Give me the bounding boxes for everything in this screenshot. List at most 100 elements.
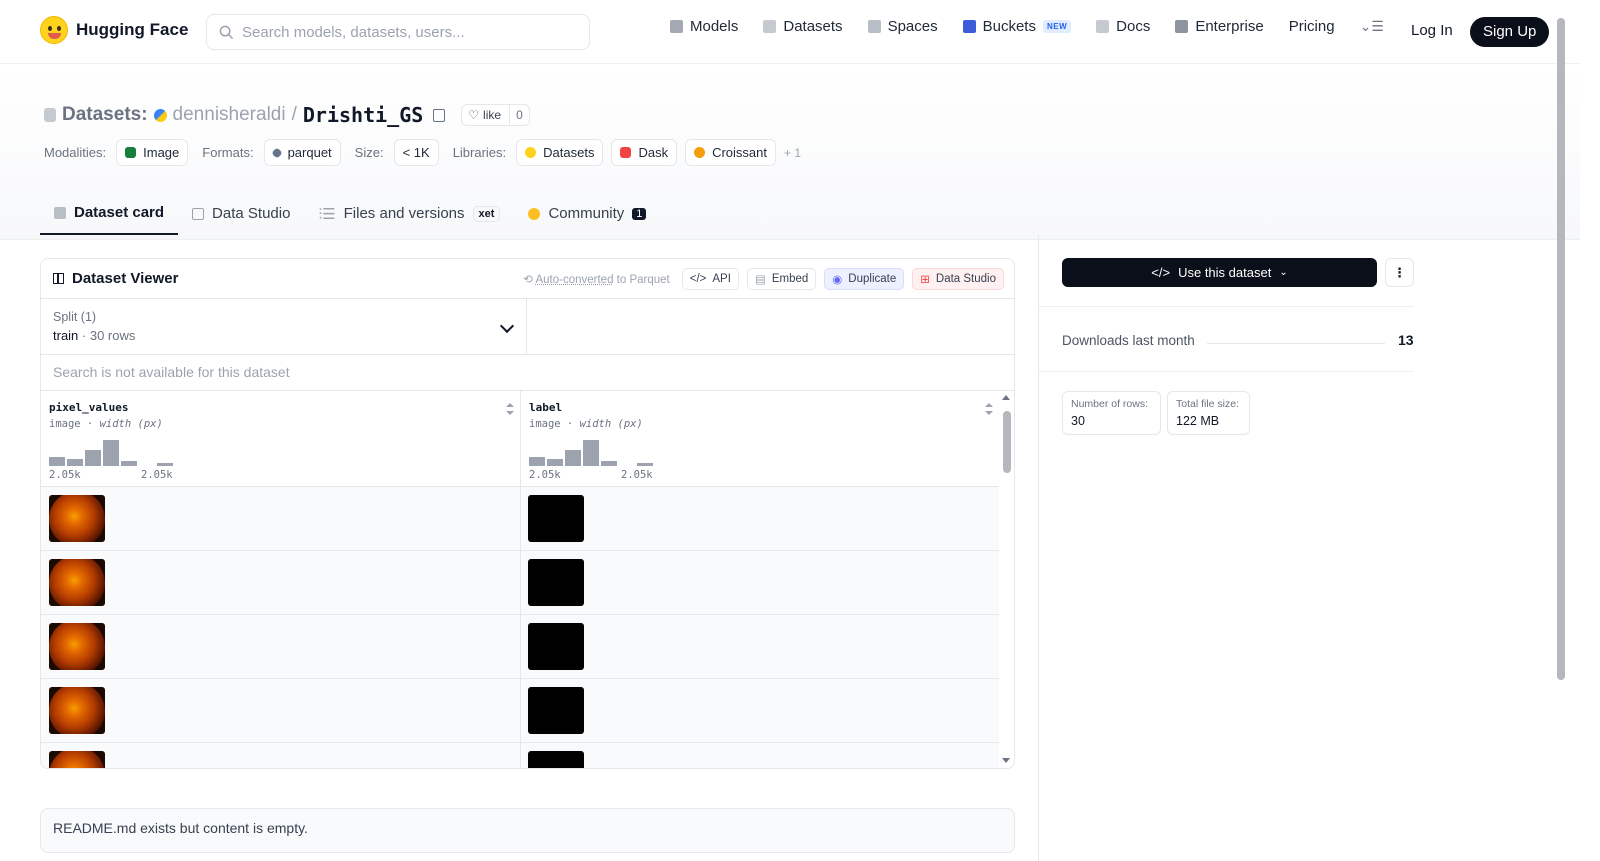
sort-icon[interactable] xyxy=(985,403,993,415)
size-value: < 1K xyxy=(402,145,430,160)
path-separator: / xyxy=(291,104,297,125)
nav-models-label: Models xyxy=(690,18,739,35)
label-mask-thumbnail[interactable] xyxy=(528,751,584,768)
downloads-label: Downloads last month xyxy=(1062,333,1195,348)
fundus-image-thumbnail[interactable] xyxy=(49,751,105,768)
label-mask-thumbnail[interactable] xyxy=(528,623,584,670)
file-size-value: 122 MB xyxy=(1176,414,1220,428)
heart-icon: ♡ xyxy=(468,108,480,122)
duplicate-button[interactable]: ◉ Duplicate xyxy=(824,268,905,290)
page-scrollbar[interactable] xyxy=(1555,0,1568,861)
more-options-button[interactable]: ⋮ xyxy=(1385,258,1414,287)
file-size-label: Total file size: xyxy=(1176,398,1240,410)
library-chip-dask[interactable]: Dask xyxy=(611,139,678,166)
histogram-bar xyxy=(529,457,545,466)
column-name: pixel_values xyxy=(49,401,129,414)
table-scrollbar[interactable] xyxy=(999,391,1014,768)
dataset-metadata: Modalities: Image Formats: parquet Size:… xyxy=(44,139,801,166)
histogram-max-label: 2.05k xyxy=(141,469,173,481)
downloads-value: 13 xyxy=(1398,332,1414,348)
database-icon xyxy=(763,20,777,33)
datasets-prefix[interactable]: Datasets: xyxy=(62,104,148,126)
like-button[interactable]: ♡ like 0 xyxy=(461,104,530,126)
file-size-stat: Total file size: 122 MB xyxy=(1167,391,1250,435)
column-header-pixel-values[interactable]: pixel_values image · width (px) 2.05k 2.… xyxy=(41,391,520,487)
fundus-image-thumbnail[interactable] xyxy=(49,495,105,542)
library-chip-croissant[interactable]: Croissant xyxy=(685,139,777,166)
embed-label: Embed xyxy=(771,273,809,285)
tab-data-studio[interactable]: Data Studio xyxy=(178,192,304,235)
signup-button[interactable]: Sign Up xyxy=(1470,17,1550,47)
scroll-up-arrow-icon[interactable] xyxy=(1002,395,1010,400)
use-this-dataset-button[interactable]: </> Use this dataset ⌄ xyxy=(1062,258,1377,287)
viewer-title: Dataset Viewer xyxy=(53,270,178,287)
tab-community[interactable]: Community 1 xyxy=(514,192,660,235)
nav-models[interactable]: Models xyxy=(670,18,738,35)
page-scrollbar-thumb[interactable] xyxy=(1557,18,1565,680)
croissant-icon xyxy=(694,147,706,158)
nav-docs[interactable]: Docs xyxy=(1096,18,1150,35)
column-type: image · width (px) xyxy=(529,418,643,430)
embed-button[interactable]: ▤ Embed xyxy=(746,268,817,290)
label-mask-thumbnail[interactable] xyxy=(528,559,584,606)
modality-chip-image[interactable]: Image xyxy=(116,139,189,166)
nav-pricing[interactable]: Pricing xyxy=(1289,18,1335,35)
copy-icon[interactable] xyxy=(433,108,446,122)
viewer-actions: ⟲ Auto-converted to Parquet </> API ▤ Embe… xyxy=(523,268,1004,290)
hugging-face-logo[interactable]: Hugging Face xyxy=(40,16,188,44)
rows-value: 30 xyxy=(1071,414,1085,428)
tab-files-and-versions[interactable]: ⫶☰ Files and versions xet xyxy=(304,192,514,235)
dataset-name[interactable]: Drishti_GS xyxy=(303,103,423,127)
viewer-header: Dataset Viewer ⟲ Auto-converted to Parqu… xyxy=(41,259,1014,299)
hugging-face-icon xyxy=(525,147,537,158)
sort-icon[interactable] xyxy=(506,403,514,415)
size-chip[interactable]: < 1K xyxy=(393,139,439,166)
nav-spaces[interactable]: Spaces xyxy=(867,18,938,35)
column-type: image · width (px) xyxy=(49,418,163,430)
global-search-box[interactable] xyxy=(206,14,590,50)
table-icon xyxy=(53,273,64,284)
tab-label: Files and versions xyxy=(343,205,465,222)
column-type-name: image xyxy=(529,418,561,430)
chevron-down-icon: ⌄ xyxy=(1279,267,1288,278)
histogram-bar xyxy=(103,440,119,466)
dask-icon xyxy=(620,147,632,158)
like-count: 0 xyxy=(509,105,529,125)
data-studio-icon: ⊞ xyxy=(920,274,930,286)
nav-buckets[interactable]: Buckets NEW xyxy=(962,18,1072,35)
xet-badge: xet xyxy=(472,205,501,222)
split-name: train xyxy=(53,328,79,343)
fundus-image-thumbnail[interactable] xyxy=(49,687,105,734)
histogram-bar xyxy=(67,459,83,466)
nav-spaces-label: Spaces xyxy=(887,18,938,35)
format-chip-parquet[interactable]: parquet xyxy=(263,139,341,166)
fundus-image-thumbnail[interactable] xyxy=(49,559,105,606)
cube-icon xyxy=(54,206,66,219)
table-scrollbar-thumb[interactable] xyxy=(1003,411,1011,473)
nav-datasets[interactable]: Datasets xyxy=(763,18,843,35)
scroll-down-arrow-icon[interactable] xyxy=(1002,758,1010,763)
nav-enterprise[interactable]: Enterprise xyxy=(1175,18,1264,35)
api-button[interactable]: </> API xyxy=(681,268,739,290)
label-mask-thumbnail[interactable] xyxy=(528,687,584,734)
tab-dataset-card[interactable]: Dataset card xyxy=(40,192,179,235)
histogram-bar xyxy=(85,450,101,466)
more-libraries[interactable]: + 1 xyxy=(784,146,801,160)
owner-link[interactable]: dennisheraldi xyxy=(173,104,286,126)
owner-avatar xyxy=(153,108,167,122)
login-link[interactable]: Log In xyxy=(1411,22,1453,39)
histogram-bar xyxy=(49,457,65,466)
data-studio-button[interactable]: ⊞ Data Studio xyxy=(912,268,1004,290)
search-input[interactable] xyxy=(242,23,572,41)
split-selector[interactable]: Split (1) train · 30 rows xyxy=(41,299,527,354)
dataset-viewer: Dataset Viewer ⟲ Auto-converted to Parqu… xyxy=(40,258,1015,769)
histogram-bar xyxy=(583,440,599,466)
duplicate-icon: ◉ xyxy=(832,274,843,286)
more-menu-button[interactable]: ⌄☰ xyxy=(1360,18,1384,35)
library-chip-datasets[interactable]: Datasets xyxy=(516,139,604,166)
fundus-image-thumbnail[interactable] xyxy=(49,623,105,670)
label-mask-thumbnail[interactable] xyxy=(528,495,584,542)
column-header-label[interactable]: label image · width (px) 2.05k 2.05k xyxy=(521,391,999,487)
duplicate-label: Duplicate xyxy=(848,273,897,285)
auto-converted-link[interactable]: Auto-converted xyxy=(535,274,613,286)
